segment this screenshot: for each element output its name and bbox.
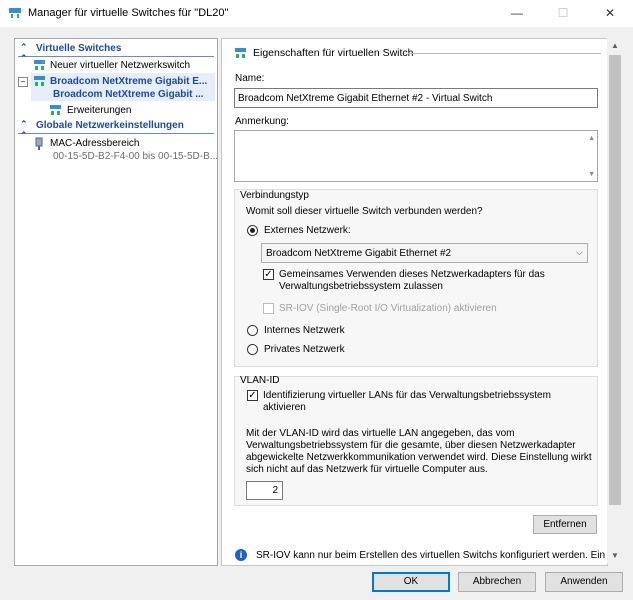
private-network-radio[interactable]	[247, 344, 258, 355]
shared-adapter-label-line1: Gemeinsames Verwenden dieses Netzwerkada…	[279, 269, 545, 280]
shared-adapter-label-line2: Verwaltungsbetriebssystem zulassen	[279, 281, 443, 292]
remove-button[interactable]: Entfernen	[533, 515, 597, 534]
sriov-label: SR-IOV (Single-Root I/O Virtualization) …	[279, 303, 497, 314]
extensions-icon	[50, 105, 61, 115]
vlan-description-line1: Mit der VLAN-ID wird das virtuelle LAN a…	[246, 428, 515, 439]
new-switch-icon: +	[34, 60, 45, 70]
navigation-tree: ⌃ ⌃ Virtuelle Switches + Neuer virtueller…	[14, 38, 218, 566]
maximize-button[interactable]: ☐	[540, 0, 586, 27]
vlan-description-line2: Verwaltungsbetriebssystem für die gesamt…	[246, 440, 576, 451]
name-label: Name:	[235, 73, 265, 84]
shared-adapter-checkbox[interactable]: ✓	[263, 269, 274, 280]
vlan-checkbox-label-line2: aktivieren	[263, 402, 306, 413]
scroll-up-icon[interactable]: ▲	[588, 135, 595, 142]
tree-item-mac-range[interactable]: MAC-Adressbereich	[50, 138, 139, 149]
switch-icon	[34, 76, 45, 86]
vlan-checkbox[interactable]: ✓	[247, 390, 258, 401]
virtual-switches-header[interactable]: ⌃ ⌃ Virtuelle Switches	[18, 42, 214, 63]
sriov-checkbox[interactable]	[263, 303, 274, 314]
apply-button[interactable]: Anwenden	[545, 572, 623, 592]
ok-button[interactable]: OK	[372, 572, 450, 592]
internal-network-label: Internes Netzwerk	[264, 325, 345, 336]
tree-item-new-switch[interactable]: Neuer virtueller Netzwerkswitch	[50, 60, 190, 71]
window-title: Manager für virtuelle Switches für "DL20…	[28, 7, 229, 19]
vlan-checkbox-label-line1: Identifizierung virtueller LANs für das …	[263, 390, 551, 401]
name-input[interactable]: Broadcom NetXtreme Gigabit Ethernet #2 -…	[234, 88, 598, 108]
tree-item-switch-sublabel: Broadcom NetXtreme Gigabit ...	[53, 89, 204, 100]
close-button[interactable]: ✕	[587, 0, 633, 27]
svg-text:+: +	[41, 60, 45, 66]
info-icon: i	[235, 549, 247, 561]
scroll-up-icon[interactable]: ▲	[607, 38, 623, 54]
section-divider	[408, 53, 601, 54]
scrollbar-thumb[interactable]	[609, 55, 621, 505]
external-network-label: Externes Netzwerk:	[264, 225, 351, 236]
scroll-down-icon[interactable]: ▼	[607, 548, 623, 564]
switch-icon	[235, 48, 246, 58]
tree-item-switch-label: Broadcom NetXtreme Gigabit E...	[50, 76, 208, 87]
notes-textarea[interactable]: ▲ ▼	[234, 130, 598, 182]
vlan-group-title: VLAN-ID	[240, 375, 280, 386]
notes-label: Anmerkung:	[235, 116, 289, 127]
scroll-down-icon[interactable]: ▼	[588, 171, 595, 178]
info-text: SR-IOV kann nur beim Erstellen des virtu…	[256, 550, 606, 561]
connection-group-title: Verbindungstyp	[240, 190, 309, 201]
minimize-button[interactable]: —	[494, 0, 540, 27]
external-adapter-select[interactable]: Broadcom NetXtreme Gigabit Ethernet #2 ⌵	[261, 243, 588, 263]
external-network-radio[interactable]	[247, 225, 258, 236]
tree-item-extensions[interactable]: Erweiterungen	[67, 105, 131, 116]
network-switch-icon	[9, 8, 21, 18]
network-adapter-icon	[35, 137, 43, 150]
private-network-label: Privates Netzwerk	[264, 344, 345, 355]
collapse-chevron-icon: ⌃ ⌃	[20, 42, 28, 63]
title-bar: Manager für virtuelle Switches für "DL20…	[0, 0, 633, 27]
internal-network-radio[interactable]	[247, 325, 258, 336]
collapse-chevron-icon: ⌃ ⌃	[20, 119, 28, 140]
global-settings-header[interactable]: ⌃ ⌃ Globale Netzwerkeinstellungen	[18, 119, 214, 140]
vlan-description-line4: sich nicht auf das Netzwerk für virtuell…	[246, 464, 488, 475]
connection-question: Womit soll dieser virtuelle Switch verbu…	[246, 206, 483, 217]
section-title: Eigenschaften für virtuellen Switch	[253, 47, 414, 59]
chevron-down-icon: ⌵	[576, 247, 583, 257]
cancel-button[interactable]: Abbrechen	[458, 572, 536, 592]
mac-range-value: 00-15-5D-B2-F4-00 bis 00-15-5D-B...	[53, 151, 219, 162]
vlan-description-line3: abgewickelte Netzwerkkommunikation verwe…	[246, 452, 592, 463]
tree-expander-icon[interactable]: −	[18, 77, 28, 87]
vlan-id-input[interactable]: 2	[246, 481, 283, 500]
properties-panel: Eigenschaften für virtuellen Switch Name…	[221, 38, 608, 566]
